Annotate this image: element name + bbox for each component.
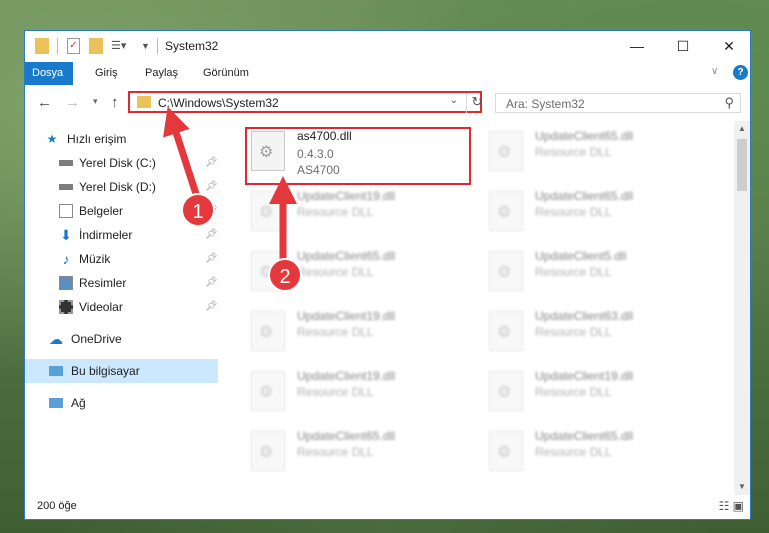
step-2-badge: 2 <box>268 258 302 292</box>
arrow-to-address-bar <box>163 106 202 204</box>
annotation-arrows <box>163 106 297 266</box>
step-1-badge: 1 <box>181 193 215 227</box>
